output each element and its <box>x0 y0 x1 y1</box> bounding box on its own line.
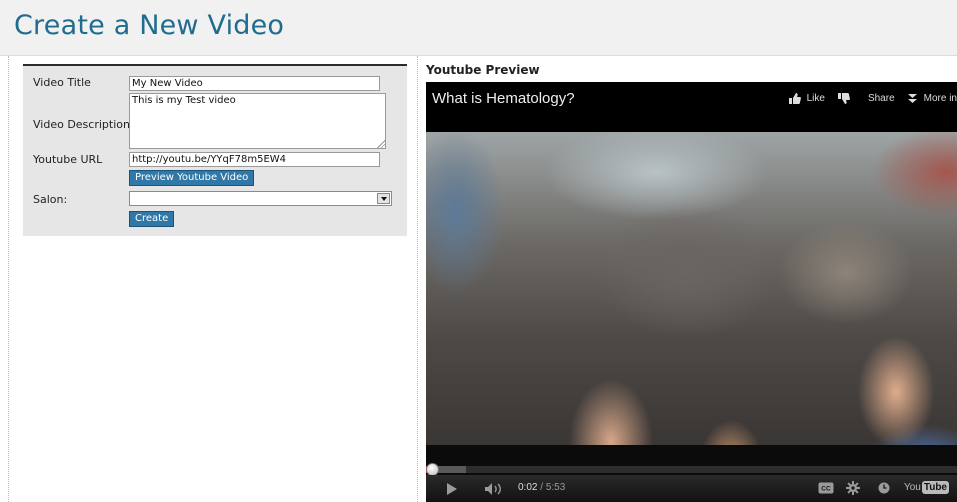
video-action-bar: Like Share More in <box>776 89 957 107</box>
video-title-overlay[interactable]: What is Hematology? <box>432 90 575 107</box>
video-description-textarea[interactable] <box>129 93 386 149</box>
current-time: 0:02 <box>518 482 538 493</box>
chevron-double-down-icon <box>907 93 917 103</box>
video-description-label: Video Description <box>33 118 130 131</box>
resize-grip-icon[interactable] <box>377 140 385 148</box>
progress-bar[interactable] <box>426 463 957 476</box>
clock-icon[interactable] <box>878 482 890 494</box>
video-title-input[interactable] <box>129 76 380 91</box>
thumbs-down-icon <box>837 92 850 104</box>
like-label: Like <box>806 92 825 104</box>
youtube-player[interactable]: What is Hematology? Like Share More in 0… <box>426 82 957 502</box>
share-label: Share <box>867 92 895 104</box>
left-column: Video Title Video Description Youtube UR… <box>8 56 418 502</box>
youtube-url-label: Youtube URL <box>33 153 103 166</box>
video-form: Video Title Video Description Youtube UR… <box>23 64 407 236</box>
create-button[interactable]: Create <box>129 211 175 227</box>
time-display: 0:02 / 5:53 <box>518 482 565 493</box>
more-in-action[interactable]: More in <box>907 93 957 104</box>
youtube-preview-heading: Youtube Preview <box>426 63 540 77</box>
page-header: Create a New Video <box>0 0 957 56</box>
salon-label: Salon: <box>33 193 68 206</box>
player-controls: 0:02 / 5:53 CC You Tube <box>426 445 957 502</box>
video-title-label: Video Title <box>33 76 91 89</box>
gear-icon[interactable] <box>846 481 860 495</box>
play-icon[interactable] <box>446 482 458 496</box>
youtube-logo-you: You <box>903 482 921 493</box>
closed-captions-icon[interactable]: CC <box>818 482 834 494</box>
svg-text:CC: CC <box>821 486 831 493</box>
page-title: Create a New Video <box>14 10 285 41</box>
like-action[interactable]: Like <box>788 92 825 105</box>
volume-icon[interactable] <box>484 482 504 496</box>
duration: 5:53 <box>545 482 566 493</box>
preview-youtube-video-button[interactable]: Preview Youtube Video <box>129 170 255 186</box>
dislike-action[interactable] <box>837 92 856 105</box>
youtube-logo-tube: Tube <box>921 481 949 494</box>
share-action[interactable]: Share <box>868 93 895 104</box>
controls-row: 0:02 / 5:53 CC You Tube <box>426 475 957 502</box>
thumbs-up-icon <box>788 92 801 104</box>
salon-select[interactable] <box>129 191 392 206</box>
youtube-logo[interactable]: You Tube <box>904 481 949 494</box>
video-frame[interactable] <box>426 132 957 445</box>
youtube-url-input[interactable] <box>129 152 380 167</box>
more-in-label: More in <box>923 92 957 104</box>
time-separator: / <box>537 482 546 493</box>
chevron-down-icon[interactable] <box>377 193 390 204</box>
